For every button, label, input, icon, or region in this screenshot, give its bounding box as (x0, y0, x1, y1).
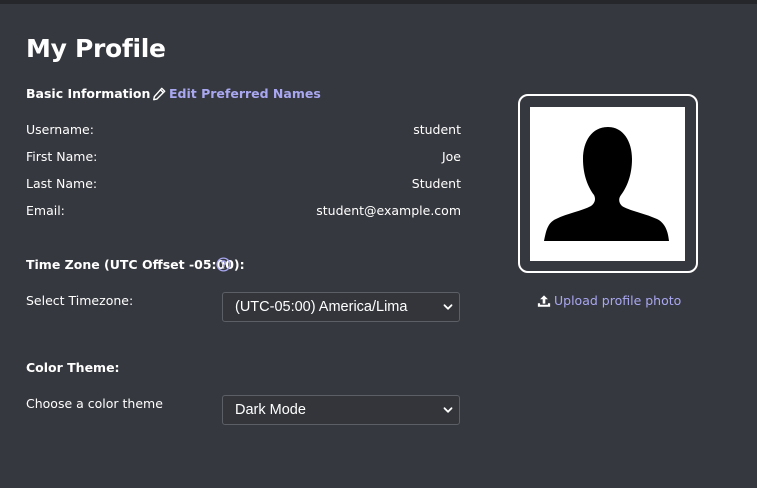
select-timezone-label: Select Timezone: (26, 293, 134, 308)
upload-profile-photo-link[interactable]: Upload profile photo (537, 292, 681, 310)
email-value: student@example.com (316, 203, 461, 218)
time-zone-heading: Time Zone (UTC Offset -05:00): (26, 257, 245, 272)
profile-photo-frame (518, 94, 698, 273)
last-name-value: Student (411, 176, 461, 191)
upload-icon (537, 295, 551, 307)
timezone-select-value: (UTC-05:00) America/Lima (235, 299, 408, 315)
timezone-select[interactable]: (UTC-05:00) America/Lima (222, 292, 460, 322)
upload-profile-photo-label: Upload profile photo (554, 293, 682, 308)
email-label: Email: (26, 203, 65, 218)
first-name-value: Joe (441, 149, 461, 164)
chevron-down-icon (443, 407, 453, 413)
person-silhouette-icon (544, 127, 669, 241)
color-theme-heading: Color Theme: (26, 360, 120, 375)
color-theme-select-value: Dark Mode (235, 402, 306, 418)
top-bar (0, 0, 757, 4)
pencil-icon (153, 87, 166, 101)
chevron-down-icon (443, 304, 453, 310)
profile-photo (530, 107, 685, 261)
last-name-label: Last Name: (26, 176, 98, 191)
basic-information-heading: Basic Information (26, 86, 151, 101)
first-name-label: First Name: (26, 149, 98, 164)
edit-preferred-names-label: Edit Preferred Names (169, 86, 321, 101)
color-theme-select[interactable]: Dark Mode (222, 395, 460, 425)
edit-preferred-names-link[interactable]: Edit Preferred Names (152, 85, 321, 103)
question-circle-icon[interactable] (216, 257, 231, 272)
username-label: Username: (26, 122, 94, 137)
page-title: My Profile (26, 34, 166, 63)
choose-color-theme-label: Choose a color theme (26, 396, 163, 411)
username-value: student (413, 122, 461, 137)
